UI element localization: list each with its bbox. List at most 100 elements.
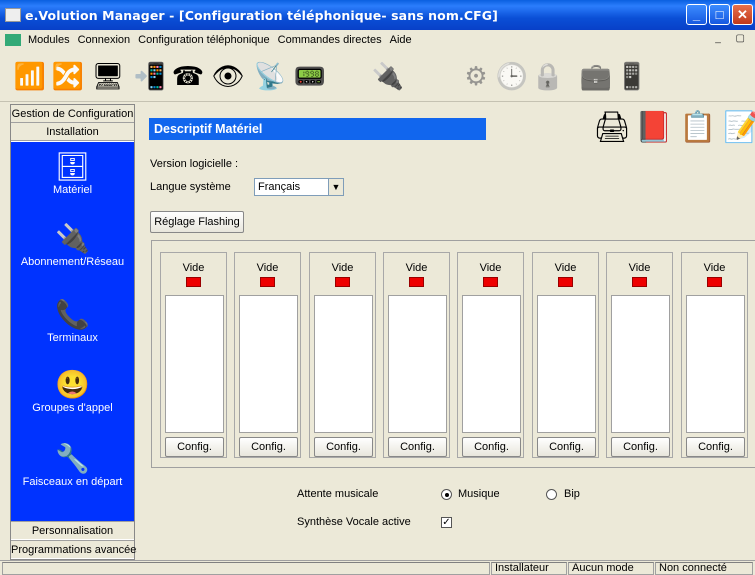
status-led-icon [632, 277, 647, 287]
slot-label: Vide [405, 262, 428, 274]
trunk-icon: 🔧 [55, 443, 90, 474]
status-message [2, 562, 490, 575]
main-panel: Descriptif Matériel 🖨 📕 📋 📝 Version logi… [137, 104, 755, 560]
phone-icon[interactable]: ☎ [170, 58, 206, 94]
radio-musique[interactable] [441, 489, 452, 500]
sidebar-header[interactable]: Gestion de Configuration [11, 105, 134, 123]
checklist-icon[interactable]: 📋 [678, 108, 718, 148]
edit-icon[interactable]: 📝 [722, 108, 755, 148]
sidebar-item-abonnement[interactable]: 🔌 Abonnement/Réseau [11, 222, 134, 268]
help-book-icon[interactable]: 📕 [634, 108, 674, 148]
sidebar-item-groupes[interactable]: 😃 Groupes d'appel [11, 368, 134, 414]
sidebar-section-programmations[interactable]: Programmations avancées [11, 540, 142, 558]
menu-modules[interactable]: Modules [24, 34, 74, 46]
slot-label: Vide [479, 262, 502, 274]
config-button[interactable]: Config. [165, 437, 224, 457]
terminal-icon[interactable]: 📟 [292, 58, 328, 94]
clock-icon[interactable]: 🕒 [494, 58, 530, 94]
pc-icon[interactable]: 🖥 [90, 58, 126, 94]
slot-label: Vide [331, 262, 354, 274]
window-title: e.Volution Manager - [Configuration télé… [25, 7, 498, 23]
config-button[interactable]: Config. [239, 437, 298, 457]
lock-icon[interactable]: 🔒 [530, 58, 566, 94]
mdi-controls[interactable]: _ ▢ [715, 33, 751, 44]
status-led-icon [558, 277, 573, 287]
status-bar: Installateur Aucun mode Non connecté [0, 560, 755, 575]
sidebar-item-terminaux[interactable]: 📞 Terminaux [11, 298, 134, 344]
voice-label: Synthèse Vocale active [297, 516, 411, 528]
config-button[interactable]: Config. [611, 437, 670, 457]
version-label: Version logicielle : [150, 158, 239, 170]
status-led-icon [260, 277, 275, 287]
antenna-icon[interactable]: 📶 [12, 58, 48, 94]
wheel-icon[interactable]: ⚙ [458, 58, 494, 94]
app-icon[interactable] [5, 8, 21, 22]
sidebar-item-label: Terminaux [47, 332, 98, 344]
network-cable-icon[interactable]: 🔀 [50, 58, 86, 94]
slot-port-list[interactable] [462, 295, 521, 433]
connection-icon[interactable]: 📡 [252, 58, 288, 94]
handset-icon[interactable]: 📲 [132, 58, 168, 94]
document-icon[interactable] [5, 34, 21, 46]
config-button[interactable]: Config. [314, 437, 373, 457]
card-slot-5: Vide Config. [457, 252, 524, 458]
sidebar: Gestion de Configuration Installation 🗄 … [10, 104, 142, 560]
close-button[interactable]: ✕ [732, 4, 753, 25]
status-led-icon [707, 277, 722, 287]
transfer-icon[interactable]: 🔌 [370, 58, 406, 94]
status-connection: Non connecté [655, 562, 753, 575]
slot-port-list[interactable] [388, 295, 447, 433]
terminal-phone-icon: 📞 [55, 299, 90, 330]
language-label: Langue système [150, 181, 231, 193]
language-select[interactable]: Français ▼ [254, 178, 344, 196]
slot-port-list[interactable] [165, 295, 224, 433]
config-button[interactable]: Config. [686, 437, 745, 457]
first-aid-icon[interactable]: 💼 [578, 58, 614, 94]
slot-port-list[interactable] [686, 295, 745, 433]
menu-aide[interactable]: Aide [386, 34, 416, 46]
eye-icon[interactable]: 👁 [210, 58, 246, 94]
slot-port-list[interactable] [239, 295, 298, 433]
card-slot-frame: Vide Config. Vide Config. Vide Config. V… [151, 240, 755, 468]
sidebar-item-label: Matériel [52, 184, 93, 196]
radio-bip[interactable] [546, 489, 557, 500]
config-button[interactable]: Config. [388, 437, 447, 457]
menu-commandes[interactable]: Commandes directes [274, 34, 386, 46]
printer-icon[interactable]: 🖨 [592, 108, 632, 148]
status-led-icon [409, 277, 424, 287]
status-mode: Aucun mode [568, 562, 654, 575]
slot-label: Vide [256, 262, 279, 274]
sidebar-section-personnalisation[interactable]: Personnalisation [11, 521, 134, 539]
face-icon: 😃 [55, 369, 90, 400]
menu-connexion[interactable]: Connexion [74, 34, 135, 46]
slot-label: Vide [182, 262, 205, 274]
config-button[interactable]: Config. [462, 437, 521, 457]
slot-port-list[interactable] [611, 295, 670, 433]
card-slot-7: Vide Config. [606, 252, 673, 458]
sidebar-item-label: Abonnement/Réseau [20, 256, 125, 268]
sidebar-item-materiel[interactable]: 🗄 Matériel [11, 150, 134, 196]
radio-bip-label: Bip [564, 488, 580, 500]
sidebar-section-installation[interactable]: Installation [11, 123, 134, 141]
section-title: Descriptif Matériel [149, 118, 486, 140]
menu-configuration[interactable]: Configuration téléphonique [134, 34, 274, 46]
slot-port-list[interactable] [537, 295, 596, 433]
dropdown-arrow-icon[interactable]: ▼ [328, 179, 343, 195]
slot-label: Vide [703, 262, 726, 274]
sidebar-item-label: Groupes d'appel [32, 402, 113, 414]
config-button[interactable]: Config. [537, 437, 596, 457]
plug-icon: 🔌 [55, 223, 90, 254]
maximize-button[interactable]: □ [709, 4, 730, 25]
mobile-icon[interactable]: 📱 [614, 58, 650, 94]
card-slot-3: Vide Config. [309, 252, 376, 458]
flashing-button[interactable]: Réglage Flashing [150, 211, 244, 233]
slot-label: Vide [554, 262, 577, 274]
language-value: Français [258, 181, 301, 193]
sidebar-item-faisceaux[interactable]: 🔧 Faisceaux en départ [11, 442, 134, 488]
voice-checkbox[interactable]: ✓ [441, 517, 452, 528]
minimize-button[interactable]: _ [686, 4, 707, 25]
music-label: Attente musicale [297, 488, 379, 500]
card-slot-4: Vide Config. [383, 252, 450, 458]
slot-port-list[interactable] [314, 295, 373, 433]
title-bar: e.Volution Manager - [Configuration télé… [0, 0, 755, 30]
